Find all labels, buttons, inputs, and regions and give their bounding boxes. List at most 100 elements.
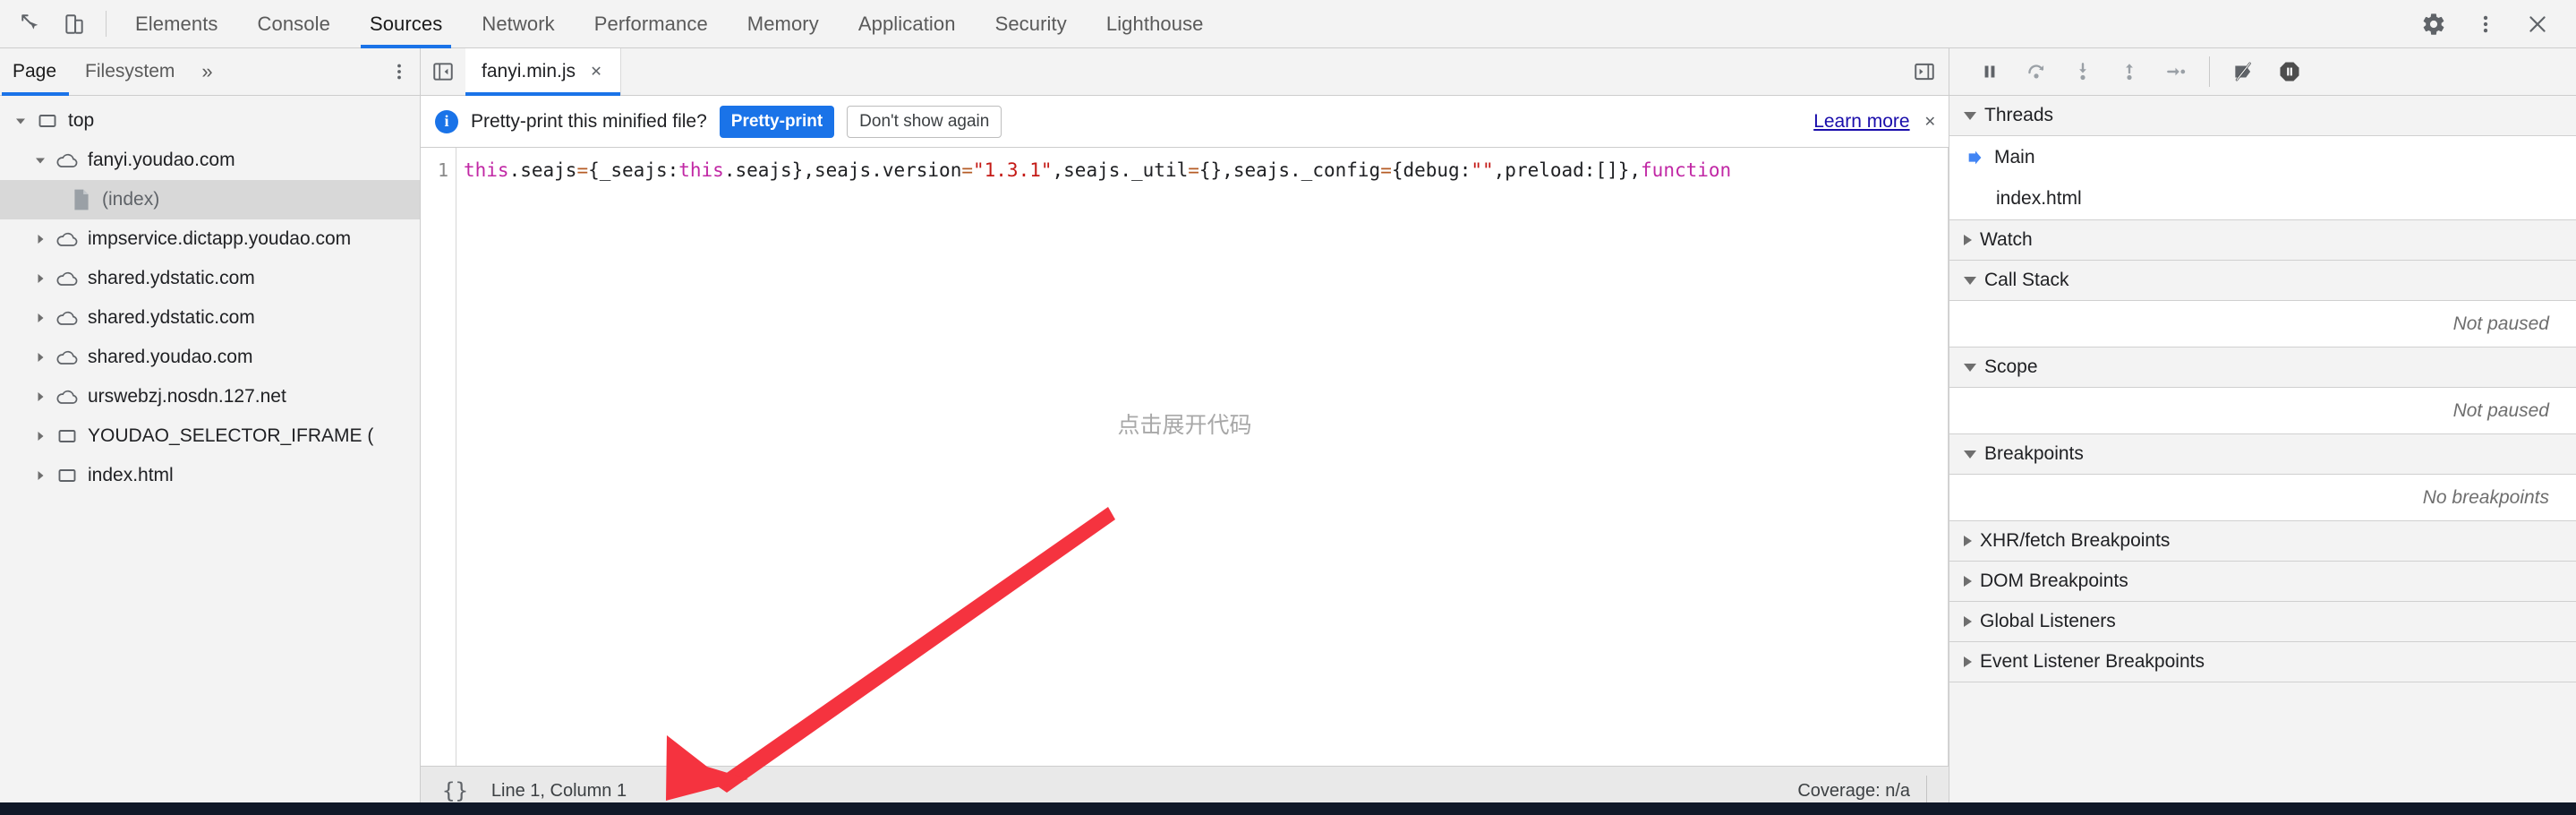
section-header-event-listener-breakpoints[interactable]: Event Listener Breakpoints [1949,642,2576,682]
line-number-gutter[interactable]: 1 [421,148,456,766]
cloud-icon [52,308,82,328]
step-icon[interactable] [2155,53,2196,90]
tab-sources[interactable]: Sources [350,0,462,48]
tab-console-label: Console [257,12,330,35]
tab-security[interactable]: Security [976,0,1087,47]
tree-item-top[interactable]: top [0,101,420,141]
step-over-icon[interactable] [2016,53,2057,90]
tab-elements-label: Elements [135,12,218,35]
tree-item-index[interactable]: (index) [0,180,420,219]
frame-icon [52,426,82,446]
tab-application[interactable]: Application [839,0,976,47]
kebab-menu-icon[interactable] [2467,5,2504,43]
tab-network[interactable]: Network [462,0,574,47]
editor-tabbar: fanyi.min.js ✕ [421,48,1949,96]
tree-item-shared-ydstatic-com-1[interactable]: shared.ydstatic.com [0,259,420,298]
tree-item-label: urswebzj.nosdn.127.net [88,386,286,407]
section-header-xhr-fetch-breakpoints[interactable]: XHR/fetch Breakpoints [1949,521,2576,562]
gear-icon[interactable] [2415,5,2452,43]
section-header-watch[interactable]: Watch [1949,220,2576,261]
infobar-close-icon[interactable]: ✕ [1924,113,1936,131]
learn-more-link[interactable]: Learn more [1813,111,1909,133]
twisty-closed-icon[interactable] [29,468,52,483]
navigator-kebab-menu-icon[interactable] [379,48,420,95]
section-header-global-listeners[interactable]: Global Listeners [1949,602,2576,642]
device-toolbar-icon[interactable] [55,5,93,43]
nav-tab-filesystem[interactable]: Filesystem [71,48,189,95]
code-token: = [1380,159,1392,181]
tab-performance[interactable]: Performance [575,0,728,47]
infobar-message: Pretty-print this minified file? [471,110,707,132]
twisty-closed-icon[interactable] [29,390,52,404]
section-header-call-stack[interactable]: Call Stack [1949,261,2576,301]
nav-tab-page-label: Page [13,61,57,82]
twisty-open-icon[interactable] [29,153,52,167]
code-editor[interactable]: 1 this.seajs={_seajs:this.seajs},seajs.v… [421,148,1949,766]
pause-on-exceptions-icon[interactable] [2269,53,2310,90]
tab-lighthouse[interactable]: Lighthouse [1087,0,1224,47]
nav-more-label: » [201,60,213,82]
editor-tab-fanyi-min-js[interactable]: fanyi.min.js ✕ [465,48,622,96]
tree-item-label: top [68,110,95,131]
navigator-file-tree: top fanyi.youdao.com (index) impservice.… [0,96,420,815]
tree-item-shared-youdao-com[interactable]: shared.youdao.com [0,338,420,377]
tree-item-youdao-selector-iframe[interactable]: YOUDAO_SELECTOR_IFRAME ( [0,416,420,456]
scope-empty-message: Not paused [1949,388,2576,434]
cloud-icon [52,269,82,288]
tree-item-index-html[interactable]: index.html [0,456,420,495]
nav-tab-page[interactable]: Page [0,48,71,96]
code-content[interactable]: this.seajs={_seajs:this.seajs},seajs.ver… [456,148,1949,766]
navigator-tabbar: Page Filesystem » [0,48,420,96]
twisty-closed-icon[interactable] [29,429,52,443]
twisty-closed-icon[interactable] [29,350,52,365]
tab-security-label: Security [994,12,1067,35]
step-into-icon[interactable] [2062,53,2103,90]
section-header-threads[interactable]: Threads [1949,96,2576,136]
show-more-tabs-icon[interactable] [1900,48,1949,95]
twisty-closed-icon[interactable] [29,311,52,325]
tree-item-fanyi-youdao-com[interactable]: fanyi.youdao.com [0,141,420,180]
twisty-closed-icon[interactable] [29,232,52,246]
section-title: DOM Breakpoints [1980,570,2128,591]
inspect-element-icon[interactable] [13,5,50,43]
section-header-scope[interactable]: Scope [1949,347,2576,388]
close-icon[interactable] [2519,5,2556,43]
dont-show-again-button[interactable]: Don't show again [847,105,1002,138]
pretty-print-button[interactable]: Pretty-print [719,105,835,138]
tree-item-label: shared.ydstatic.com [88,268,255,288]
debugger-sections: Threads Main index.html Watch Call Stack… [1949,96,2576,815]
cloud-icon [52,347,82,367]
twisty-closed-icon [1964,576,1972,587]
deactivate-breakpoints-icon[interactable] [2222,53,2264,90]
chevron-double-right-icon[interactable]: » [189,48,225,95]
section-header-dom-breakpoints[interactable]: DOM Breakpoints [1949,562,2576,602]
step-out-icon[interactable] [2109,53,2150,90]
frame-icon [52,466,82,485]
tree-item-impservice-dictapp-youdao-com[interactable]: impservice.dictapp.youdao.com [0,219,420,259]
tree-item-label: (index) [102,189,160,210]
close-icon[interactable]: ✕ [586,62,606,82]
tab-performance-label: Performance [593,12,708,35]
section-title: Breakpoints [1984,443,2084,464]
tree-item-shared-ydstatic-com-2[interactable]: shared.ydstatic.com [0,298,420,338]
thread-row-index-html[interactable]: index.html [1949,178,2576,220]
section-title: Call Stack [1984,270,2069,290]
section-header-breakpoints[interactable]: Breakpoints [1949,434,2576,475]
tab-elements[interactable]: Elements [115,0,238,47]
info-icon: i [435,109,458,133]
pretty-print-braces-icon[interactable]: {} [439,778,472,803]
show-navigator-icon[interactable] [421,48,465,95]
tree-item-urswebzj-nosdn-127-net[interactable]: urswebzj.nosdn.127.net [0,377,420,416]
thread-label: index.html [1996,188,2082,209]
tab-console[interactable]: Console [238,0,350,47]
twisty-open-icon[interactable] [9,114,32,128]
twisty-open-icon [1964,111,1976,120]
frame-icon [32,111,63,131]
pretty-print-infobar: i Pretty-print this minified file? Prett… [421,96,1949,148]
section-title: XHR/fetch Breakpoints [1980,530,2171,551]
thread-row-main[interactable]: Main [1949,136,2576,178]
pause-script-execution-icon[interactable] [1969,53,2010,90]
tab-memory[interactable]: Memory [728,0,839,47]
cloud-icon [52,150,82,170]
twisty-closed-icon[interactable] [29,271,52,286]
